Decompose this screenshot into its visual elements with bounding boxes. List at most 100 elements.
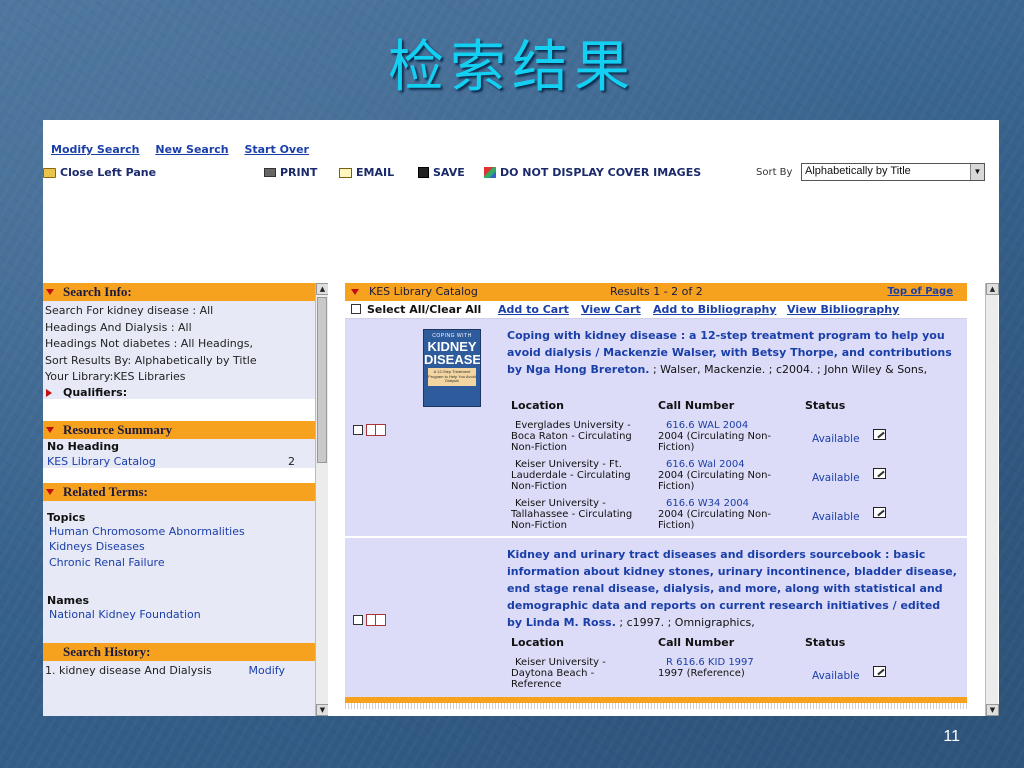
top-of-page-link[interactable]: Top of Page bbox=[888, 283, 953, 301]
holding-call-number: R 616.6 KID 1997 1997 (Reference) bbox=[658, 657, 754, 679]
call-number-link[interactable]: R 616.6 KID 1997 bbox=[658, 657, 754, 668]
related-terms-header[interactable]: Related Terms: bbox=[43, 482, 315, 501]
holding-status: Available bbox=[812, 433, 860, 445]
results-actions: Select All/Clear All Add to Cart View Ca… bbox=[345, 301, 967, 318]
picture-icon bbox=[484, 167, 496, 178]
holding-status: Available bbox=[812, 472, 860, 484]
holding-call-number: 616.6 W34 2004 2004 (Circulating Non- Fi… bbox=[658, 498, 772, 531]
book-icon bbox=[366, 424, 386, 436]
search-info-line: Search For kidney disease : All bbox=[45, 304, 214, 317]
record-title: Kidney and urinary tract diseases and di… bbox=[507, 546, 959, 631]
add-to-bibliography-link[interactable]: Add to Bibliography bbox=[653, 303, 776, 316]
holding-call-number: 616.6 WAL 2004 2004 (Circulating Non- Fi… bbox=[658, 420, 772, 453]
search-info-line: Headings Not diabetes : All Headings, bbox=[45, 337, 253, 350]
book-icon bbox=[366, 614, 386, 626]
left-pane-scrollbar[interactable]: ▲ ▼ bbox=[315, 283, 329, 716]
catalog-name: KES Library Catalog bbox=[369, 285, 478, 298]
sort-by-label: Sort By bbox=[756, 167, 793, 178]
results-scrollbar[interactable]: ▲ ▼ bbox=[985, 283, 999, 716]
collapse-triangle-icon bbox=[46, 289, 54, 295]
search-info-line: Your Library:KES Libraries bbox=[45, 370, 186, 383]
select-all-checkbox[interactable] bbox=[351, 304, 361, 314]
call-number-header: Call Number bbox=[658, 636, 735, 649]
request-hold-icon[interactable] bbox=[873, 507, 886, 518]
collapse-triangle-icon bbox=[46, 426, 54, 433]
holding-location: Keiser University - Daytona Beach - Refe… bbox=[511, 657, 606, 690]
holding-location: Keiser University - Ft. Lauderdale - Cir… bbox=[511, 459, 631, 492]
top-bar: Modify Search New Search Start Over Clos… bbox=[43, 120, 999, 280]
sort-by-value: Alphabetically by Title bbox=[805, 165, 911, 177]
request-hold-icon[interactable] bbox=[873, 429, 886, 440]
resource-summary-header[interactable]: Resource Summary bbox=[43, 420, 315, 439]
slide-title: 检索结果 bbox=[388, 35, 636, 100]
call-number-header: Call Number bbox=[658, 399, 735, 412]
result-record: COPING WITH KIDNEY DISEASE A 12-Step Tre… bbox=[345, 318, 967, 536]
results-count: Results 1 - 2 of 2 bbox=[610, 285, 703, 298]
view-bibliography-link[interactable]: View Bibliography bbox=[787, 303, 899, 316]
resource-summary-row[interactable]: KES Library Catalog 2 bbox=[43, 453, 315, 468]
search-info-line: Sort Results By: Alphabetically by Title bbox=[45, 353, 257, 367]
resource-item-link[interactable]: KES Library Catalog bbox=[47, 455, 156, 468]
call-number-link[interactable]: 616.6 Wal 2004 bbox=[658, 459, 771, 470]
search-info-header[interactable]: Search Info: bbox=[43, 283, 315, 301]
search-history-modify-link[interactable]: Modify bbox=[249, 663, 285, 680]
save-button[interactable]: SAVE bbox=[418, 166, 465, 179]
search-history-header[interactable]: Search History: bbox=[43, 642, 315, 661]
spacer bbox=[43, 398, 315, 421]
expand-triangle-icon bbox=[46, 388, 52, 397]
results-header: KES Library Catalog Results 1 - 2 of 2 T… bbox=[345, 283, 967, 301]
floppy-disk-icon bbox=[418, 167, 429, 178]
status-header: Status bbox=[805, 636, 846, 649]
holding-status: Available bbox=[812, 670, 860, 682]
left-pane: Search Info: Search For kidney disease :… bbox=[43, 283, 315, 716]
topics-label: Topics bbox=[47, 510, 86, 524]
record-title-details: ; Walser, Mackenzie. ; c2004. ; John Wil… bbox=[649, 363, 928, 376]
name-link[interactable]: National Kidney Foundation bbox=[43, 607, 315, 623]
results-pane: KES Library Catalog Results 1 - 2 of 2 T… bbox=[345, 283, 967, 713]
search-history-row: 1. kidney disease And Dialysis Modify bbox=[43, 661, 315, 680]
view-cart-link[interactable]: View Cart bbox=[581, 303, 641, 316]
dropdown-arrow-icon[interactable]: ▼ bbox=[970, 164, 984, 180]
print-button[interactable]: PRINT bbox=[264, 166, 317, 179]
scroll-up-icon[interactable]: ▲ bbox=[986, 283, 999, 295]
collapse-triangle-icon bbox=[46, 488, 54, 495]
collapse-triangle-icon[interactable] bbox=[351, 289, 359, 295]
results-footer-stripe bbox=[345, 703, 967, 709]
record-checkbox[interactable] bbox=[353, 425, 363, 435]
topic-link[interactable]: Kidneys Diseases bbox=[43, 539, 315, 555]
folder-icon bbox=[43, 167, 56, 178]
request-hold-icon[interactable] bbox=[873, 666, 886, 677]
add-to-cart-link[interactable]: Add to Cart bbox=[498, 303, 569, 316]
printer-icon bbox=[264, 168, 276, 177]
start-over-link[interactable]: Start Over bbox=[244, 143, 309, 156]
holding-call-number: 616.6 Wal 2004 2004 (Circulating Non- Fi… bbox=[658, 459, 772, 492]
call-number-link[interactable]: 616.6 WAL 2004 bbox=[658, 420, 771, 431]
topic-link[interactable]: Chronic Renal Failure bbox=[43, 555, 315, 571]
topic-link[interactable]: Human Chromosome Abnormalities bbox=[43, 524, 315, 540]
request-hold-icon[interactable] bbox=[873, 468, 886, 479]
pane-gutter bbox=[328, 283, 345, 716]
record-checkbox[interactable] bbox=[353, 615, 363, 625]
search-info-text: Search For kidney disease : All Headings… bbox=[43, 301, 315, 386]
close-left-pane-button[interactable]: Close Left Pane bbox=[43, 166, 156, 179]
sort-by-select[interactable]: Alphabetically by Title ▼ bbox=[801, 163, 985, 181]
spacer bbox=[43, 467, 315, 483]
call-number-link[interactable]: 616.6 W34 2004 bbox=[658, 498, 771, 509]
qualifiers-toggle[interactable]: Qualifiers: bbox=[43, 386, 315, 399]
search-info-line: Headings And Dialysis : All bbox=[45, 320, 192, 334]
email-button[interactable]: EMAIL bbox=[339, 166, 394, 179]
modify-search-link[interactable]: Modify Search bbox=[51, 143, 140, 156]
scrollbar-thumb[interactable] bbox=[317, 297, 327, 463]
no-heading-label: No Heading bbox=[47, 439, 120, 453]
book-cover-image[interactable]: COPING WITH KIDNEY DISEASE A 12-Step Tre… bbox=[423, 329, 481, 407]
search-history-item[interactable]: 1. kidney disease And Dialysis bbox=[45, 663, 212, 680]
top-links: Modify Search New Search Start Over bbox=[51, 143, 321, 156]
new-search-link[interactable]: New Search bbox=[155, 143, 228, 156]
select-all-label[interactable]: Select All/Clear All bbox=[367, 303, 481, 316]
location-header: Location bbox=[511, 399, 564, 412]
location-header: Location bbox=[511, 636, 564, 649]
record-title: Coping with kidney disease : a 12-step t… bbox=[507, 327, 959, 378]
no-cover-images-button[interactable]: DO NOT DISPLAY COVER IMAGES bbox=[484, 166, 701, 179]
scroll-down-icon[interactable]: ▼ bbox=[986, 704, 999, 716]
